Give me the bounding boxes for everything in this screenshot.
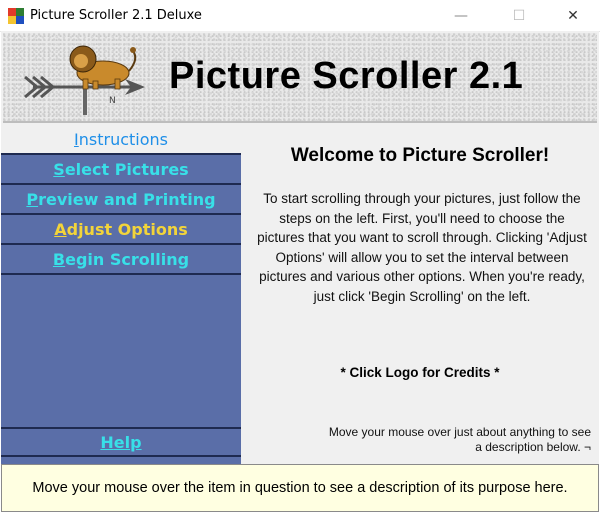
nav-label: egin Scrolling — [65, 249, 190, 269]
welcome-heading: Welcome to Picture Scroller! — [290, 145, 550, 166]
nav-label: review and Printing — [38, 189, 216, 209]
nav-preview-and-printing[interactable]: Preview and Printing — [1, 185, 241, 215]
maximize-button[interactable]: ☐ — [496, 0, 542, 31]
description-bar: Move your mouse over the item in questio… — [1, 464, 599, 512]
nav-begin-scrolling[interactable]: Begin Scrolling — [1, 245, 241, 275]
intro-text: To start scrolling through your pictures… — [257, 191, 587, 304]
nav-mnemonic: H — [100, 432, 114, 452]
nav-label: nstructions — [78, 129, 168, 149]
nav-select-pictures[interactable]: Select Pictures — [1, 155, 241, 185]
close-button[interactable]: ✕ — [550, 0, 596, 31]
nav-label: elect Pictures — [64, 159, 189, 179]
lion-weathervane-logo[interactable]: N — [21, 37, 151, 117]
nav-mnemonic: P — [26, 189, 39, 209]
nav-mnemonic: S — [53, 159, 65, 179]
description-text: Move your mouse over the item in questio… — [32, 480, 568, 496]
svg-text:N: N — [109, 96, 116, 106]
sidebar: Instructions Select Pictures Preview and… — [1, 125, 241, 470]
nav-label: elp — [113, 432, 142, 452]
hover-hint: Move your mouse over just about anything… — [328, 425, 591, 454]
main-content: Welcome to Picture Scroller! To start sc… — [241, 125, 599, 470]
banner-title: Picture Scroller 2.1 — [169, 55, 524, 97]
nav-adjust-options[interactable]: Adjust Options — [1, 215, 241, 245]
minimize-button[interactable]: — — [438, 0, 484, 31]
client-area: N Picture Scroller 2.1 Instructions Sele… — [1, 31, 599, 512]
nav-help[interactable]: Help — [1, 427, 241, 457]
banner: N Picture Scroller 2.1 — [3, 33, 597, 123]
title-bar: Picture Scroller 2.1 Deluxe — ☐ ✕ — [0, 0, 600, 32]
nav-mnemonic: A — [54, 219, 67, 239]
nav-instructions[interactable]: Instructions — [1, 125, 241, 155]
window-title: Picture Scroller 2.1 Deluxe — [30, 8, 202, 23]
app-icon — [8, 7, 24, 24]
nav-mnemonic: B — [52, 249, 66, 269]
credits-hint: * Click Logo for Credits * — [340, 365, 500, 380]
nav-label: djust Options — [66, 219, 188, 239]
